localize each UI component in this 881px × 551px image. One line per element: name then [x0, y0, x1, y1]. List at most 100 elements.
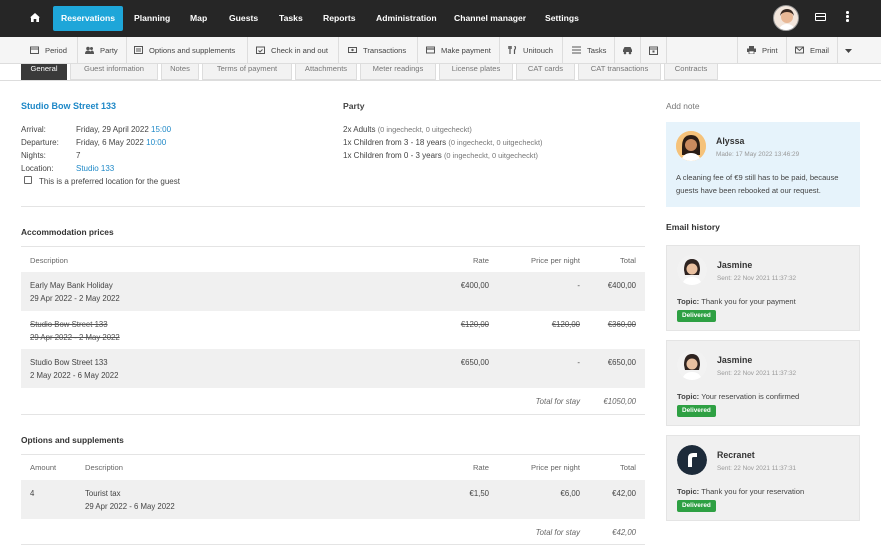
toolbar-divider [77, 37, 78, 64]
note-card[interactable]: Alyssa Made: 17 May 2022 13:46:29 A clea… [666, 122, 860, 207]
email-item[interactable]: Jasmine Sent: 22 Nov 2021 11:37:32 Topic… [666, 340, 860, 426]
tab-terms-of-payment[interactable]: Terms of payment [202, 64, 292, 80]
note-meta: Made: 17 May 2022 13:46:29 [716, 151, 800, 158]
nights-label: Nights: [21, 151, 46, 160]
row-dates: 29 Apr 2022 - 2 May 2022 [30, 333, 120, 342]
users-icon [85, 46, 94, 54]
col-total: Total [619, 463, 636, 472]
credit-card-icon[interactable] [815, 13, 826, 21]
email-history-title: Email history [666, 222, 720, 232]
party-line-main: 2x Adults [343, 125, 376, 134]
row-total: €650,00 [607, 358, 636, 367]
tab-general[interactable]: General [21, 64, 67, 80]
table-header: Description Rate Price per night Total [21, 247, 645, 272]
more-menu-icon[interactable] [846, 11, 850, 25]
list-icon [572, 46, 581, 54]
email-item[interactable]: Jasmine Sent: 22 Nov 2021 11:37:32 Topic… [666, 245, 860, 331]
tab-contracts[interactable]: Contracts [664, 64, 718, 80]
departure-value: Friday, 6 May 2022 10:00 [76, 138, 166, 147]
email-item[interactable]: Recranet Sent: 22 Nov 2021 11:37:31 Topi… [666, 435, 860, 521]
row-name: Studio Bow Street 133 [30, 358, 108, 367]
toolbar-options[interactable]: Options and supplements [132, 37, 235, 64]
nav-administration[interactable]: Administration [368, 6, 445, 31]
toolbar-transactions[interactable]: Transactions [346, 37, 406, 64]
row-total: €42,00 [612, 489, 636, 498]
email-sender: Recranet [717, 450, 755, 460]
nav-planning[interactable]: Planning [126, 6, 178, 31]
toolbar-divider [837, 37, 838, 64]
row-name: Studio Bow Street 133 [30, 320, 108, 329]
toolbar-party[interactable]: Party [83, 37, 118, 64]
departure-date: Friday, 6 May 2022 [76, 138, 144, 147]
toolbar-make-payment-label: Make payment [441, 46, 491, 55]
col-description: Description [85, 463, 123, 472]
row-ppn: - [577, 358, 580, 367]
nights-value: 7 [76, 151, 81, 160]
reservation-tabs: General Guest information Notes Terms of… [0, 64, 881, 81]
email-topic: Topic: Your reservation is confirmed [677, 392, 799, 401]
tab-cat-cards[interactable]: CAT cards [516, 64, 575, 80]
chevron-down-icon[interactable] [845, 49, 852, 53]
tab-notes[interactable]: Notes [161, 64, 199, 80]
topic-label: Topic: [677, 487, 700, 496]
total-label: Total for stay [535, 528, 580, 537]
email-topic: Topic: Thank you for your payment [677, 297, 796, 306]
email-sender: Jasmine [717, 355, 753, 365]
arrival-date: Friday, 29 April 2022 [76, 125, 149, 134]
nav-settings[interactable]: Settings [537, 6, 587, 31]
print-button[interactable]: Print [745, 37, 778, 64]
add-note-link[interactable]: Add note [666, 101, 700, 111]
total-row: Total for stay €42,00 [21, 519, 645, 544]
home-icon[interactable] [28, 11, 42, 25]
user-avatar[interactable] [773, 5, 799, 31]
tab-license-plates[interactable]: License plates [439, 64, 513, 80]
tab-meter-readings[interactable]: Meter readings [360, 64, 436, 80]
nav-tasks[interactable]: Tasks [271, 6, 311, 31]
table-row[interactable]: Studio Bow Street 133 29 Apr 2022 - 2 Ma… [21, 311, 645, 349]
tab-guest-information[interactable]: Guest information [70, 64, 158, 80]
row-ppn: €6,00 [560, 489, 580, 498]
topic-text: Thank you for your reservation [701, 487, 805, 496]
departure-time[interactable]: 10:00 [146, 138, 166, 147]
row-total: €360,00 [607, 320, 636, 329]
topic-label: Topic: [677, 392, 700, 401]
toolbar-party-label: Party [100, 46, 118, 55]
note-text: A cleaning fee of €9 still has to be pai… [676, 173, 839, 195]
calendar-icon[interactable] [649, 46, 658, 55]
preferred-location-checkbox[interactable] [24, 176, 32, 184]
toolbar-make-payment[interactable]: Make payment [424, 37, 491, 64]
car-icon[interactable] [622, 46, 633, 55]
total-value: €1050,00 [603, 397, 636, 406]
nav-reports[interactable]: Reports [315, 6, 363, 31]
tab-cat-transactions[interactable]: CAT transactions [578, 64, 661, 80]
divider [21, 414, 645, 415]
toolbar-unitouch[interactable]: Unitouch [506, 37, 553, 64]
toolbar-check-in-out[interactable]: Check in and out [254, 37, 328, 64]
tab-attachments[interactable]: Attachments [295, 64, 357, 80]
toolbar-divider [614, 37, 615, 64]
nav-map[interactable]: Map [182, 6, 215, 31]
toolbar-period[interactable]: Period [28, 37, 67, 64]
nav-reservations[interactable]: Reservations [53, 6, 123, 31]
email-sent: Sent: 22 Nov 2021 11:37:32 [717, 275, 797, 282]
nav-guests[interactable]: Guests [221, 6, 266, 31]
table-row[interactable]: Studio Bow Street 133 2 May 2022 - 6 May… [21, 349, 645, 388]
toolbar-tasks[interactable]: Tasks [570, 37, 606, 64]
table-row[interactable]: Early May Bank Holiday 29 Apr 2022 - 2 M… [21, 272, 645, 311]
email-topic: Topic: Thank you for your reservation [677, 487, 804, 496]
location-title[interactable]: Studio Bow Street 133 [21, 101, 116, 111]
nav-channel-manager[interactable]: Channel manager [446, 6, 534, 31]
location-label: Location: [21, 164, 54, 173]
total-value: €42,00 [612, 528, 636, 537]
col-price-per-night: Price per night [531, 256, 580, 265]
table-row[interactable]: 4 Tourist tax 29 Apr 2022 - 6 May 2022 €… [21, 480, 645, 519]
row-total: €400,00 [607, 281, 636, 290]
arrival-time[interactable]: 15:00 [151, 125, 171, 134]
location-link[interactable]: Studio 133 [76, 164, 114, 173]
email-button[interactable]: Email [793, 37, 829, 64]
toolbar-transactions-label: Transactions [363, 46, 407, 55]
party-line-detail: (0 ingecheckt, 0 uitgecheckt) [448, 138, 543, 147]
col-rate: Rate [472, 463, 489, 472]
toolbar-options-label: Options and supplements [149, 46, 236, 55]
arrival-label: Arrival: [21, 125, 46, 134]
